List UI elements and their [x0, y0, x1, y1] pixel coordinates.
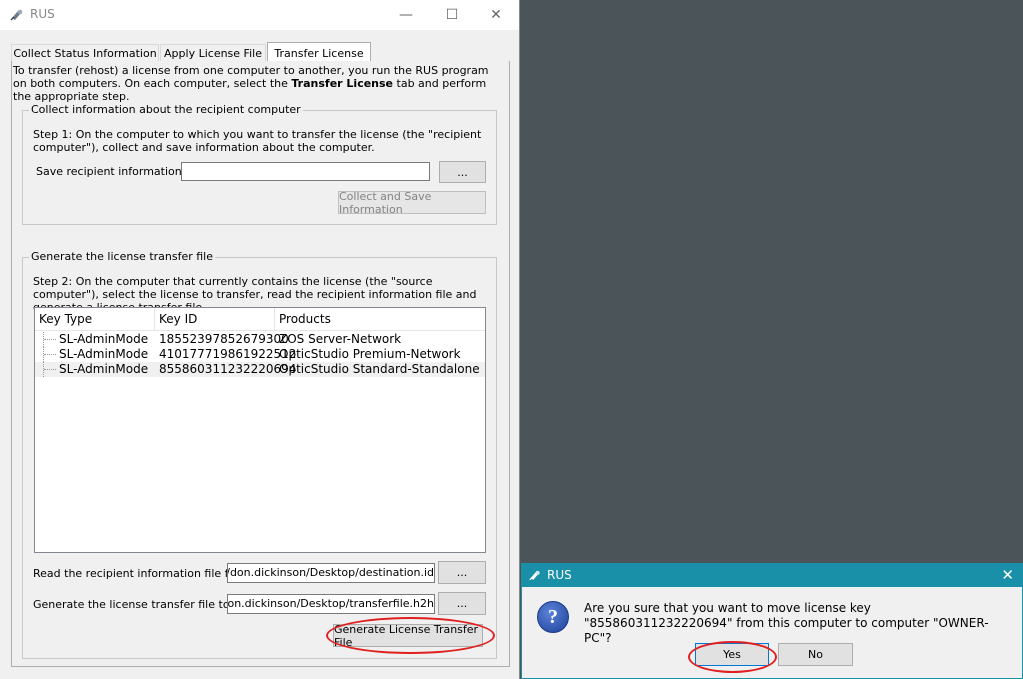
read-recipient-label: Read the recipient information file from [33, 567, 251, 580]
yes-button[interactable]: Yes [695, 643, 769, 666]
collect-and-save-button[interactable]: Collect and Save Information [338, 190, 486, 216]
list-header: Key Type Key ID Products [35, 308, 485, 331]
row-product: OpticStudio Premium-Network [279, 347, 461, 361]
tree-connector [43, 362, 58, 377]
generate-license-transfer-file-button[interactable]: Generate License Transfer File [333, 623, 483, 649]
window-title: RUS [30, 7, 55, 21]
close-button[interactable]: ✕ [473, 0, 519, 30]
row-key-id: 855860311232220694 [159, 362, 297, 376]
dialog-title-bar: RUS ✕ [522, 564, 1022, 587]
step1-text: Step 1: On the computer to which you wan… [33, 128, 482, 154]
intro-bold-tab-name: Transfer License [291, 77, 394, 90]
dialog-title: RUS [547, 568, 572, 582]
column-header-key-id[interactable]: Key ID [155, 308, 275, 330]
rus-main-window: RUS — ☐ ✕ Collect Status Information App… [0, 0, 520, 679]
column-header-key-type[interactable]: Key Type [35, 308, 155, 330]
column-header-products[interactable]: Products [275, 308, 485, 330]
dialog-message: Are you sure that you want to move licen… [584, 601, 989, 645]
row-key-type: SL-AdminMode [59, 332, 149, 346]
question-icon: ? [537, 601, 569, 633]
read-recipient-browse-button[interactable]: ... [438, 561, 486, 584]
minimize-button[interactable]: — [383, 0, 429, 30]
maximize-button[interactable]: ☐ [429, 0, 475, 30]
no-button[interactable]: No [778, 643, 853, 666]
generate-to-label: Generate the license transfer file to [33, 598, 230, 611]
license-row[interactable]: SL-AdminMode 410177719861922512 OpticStu… [35, 347, 485, 362]
row-key-id: 410177719861922512 [159, 347, 297, 361]
tab-collect-status[interactable]: Collect Status Information [11, 44, 159, 62]
collect-group-title: Collect information about the recipient … [29, 103, 303, 116]
row-key-id: 18552397852679300 [159, 332, 289, 346]
license-row[interactable]: SL-AdminMode 18552397852679300 ZOS Serve… [35, 332, 485, 347]
generate-to-field[interactable]: rs/don.dickinson/Desktop/transferfile.h2… [227, 594, 435, 614]
title-bar: RUS — ☐ ✕ [0, 0, 519, 30]
row-key-type: SL-AdminMode [59, 347, 149, 361]
save-recipient-field[interactable] [181, 162, 430, 181]
license-row-selected[interactable]: SL-AdminMode 855860311232220694 OpticStu… [35, 362, 485, 377]
save-recipient-browse-button[interactable]: ... [439, 161, 486, 183]
tab-transfer-license[interactable]: Transfer License [267, 42, 371, 63]
read-recipient-field[interactable]: sers/don.dickinson/Desktop/destination.i… [227, 563, 435, 583]
generate-to-browse-button[interactable]: ... [438, 592, 486, 615]
row-key-type: SL-AdminMode [59, 362, 149, 376]
tree-connector [43, 347, 58, 362]
row-product: OpticStudio Standard-Standalone [279, 362, 480, 376]
tree-connector [43, 332, 58, 347]
dialog-close-button[interactable]: ✕ [1001, 566, 1014, 584]
generate-group-title: Generate the license transfer file [29, 250, 216, 263]
row-product: ZOS Server-Network [279, 332, 402, 346]
rus-app-icon [10, 9, 23, 21]
tab-apply-license[interactable]: Apply License File [160, 44, 266, 62]
confirm-dialog: RUS ✕ ? Are you sure that you want to mo… [521, 563, 1023, 679]
rus-app-icon [529, 570, 540, 581]
license-list[interactable]: Key Type Key ID Products SL-AdminMode 18… [34, 307, 486, 553]
save-recipient-label: Save recipient information to [36, 165, 197, 178]
intro-text: To transfer (rehost) a license from one … [13, 64, 489, 103]
